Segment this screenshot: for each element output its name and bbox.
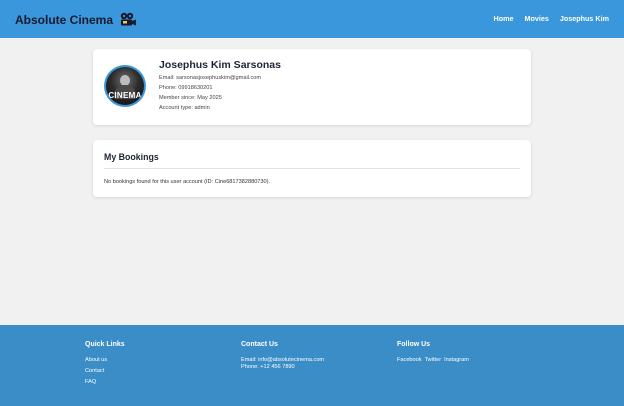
avatar-caption: CINEMA [108,91,142,100]
top-navbar: Absolute Cinema Home Movies Josephus Kim [0,0,624,38]
bookings-title: My Bookings [104,152,159,162]
bookings-card: My Bookings No bookings found for this u… [93,140,531,197]
footer-follow: Follow Us Facebook Twitter Instagram [397,341,469,364]
nav-movies-link[interactable]: Movies [524,14,548,23]
footer-instagram-link[interactable]: Instagram [444,357,469,364]
film-camera-icon [119,11,137,29]
footer-contact-phone: Phone: +12 456 7890 [241,364,295,370]
footer-facebook-link[interactable]: Facebook [397,357,422,364]
footer-social-links: Facebook Twitter Instagram [397,357,469,364]
avatar-image: CINEMA [106,67,144,105]
footer-twitter-link[interactable]: Twitter [425,357,441,364]
profile-card: CINEMA Josephus Kim Sarsonas Email: sars… [93,49,531,125]
bookings-empty-message: No bookings found for this user account … [104,179,271,185]
profile-account-type: Account type: admin [159,105,210,111]
footer-contact-heading: Contact Us [241,341,278,348]
footer-contact: Contact Us Email: info@absolutecinema.co… [241,341,324,371]
avatar: CINEMA [104,65,146,107]
profile-email: Email: sarsonasjosephuskim@gmail.com [159,75,262,81]
nav-user-link[interactable]: Josephus Kim [560,14,609,23]
footer-contact-email: Email: info@absolutecinema.com [241,357,325,363]
main-nav: Home Movies Josephus Kim [494,14,610,23]
profile-name: Josephus Kim Sarsonas [159,59,281,71]
footer-follow-heading: Follow Us [397,341,431,348]
footer-faq-link[interactable]: FAQ [85,379,125,385]
footer-contact-link[interactable]: Contact [85,368,125,374]
footer-quick-links-heading: Quick Links [85,341,125,348]
bookings-divider [104,168,520,169]
profile-member-since: Member since: May 2025 [159,95,222,101]
brand-name: Absolute Cinema [15,13,114,27]
nav-home-link[interactable]: Home [494,14,514,23]
brand-logo[interactable]: Absolute Cinema [15,11,137,29]
footer-about-link[interactable]: About us [85,357,125,363]
profile-phone: Phone: 09918630201 [159,85,213,91]
footer-quick-links: Quick Links About us Contact FAQ [85,341,125,390]
footer: Quick Links About us Contact FAQ Contact… [0,325,624,406]
